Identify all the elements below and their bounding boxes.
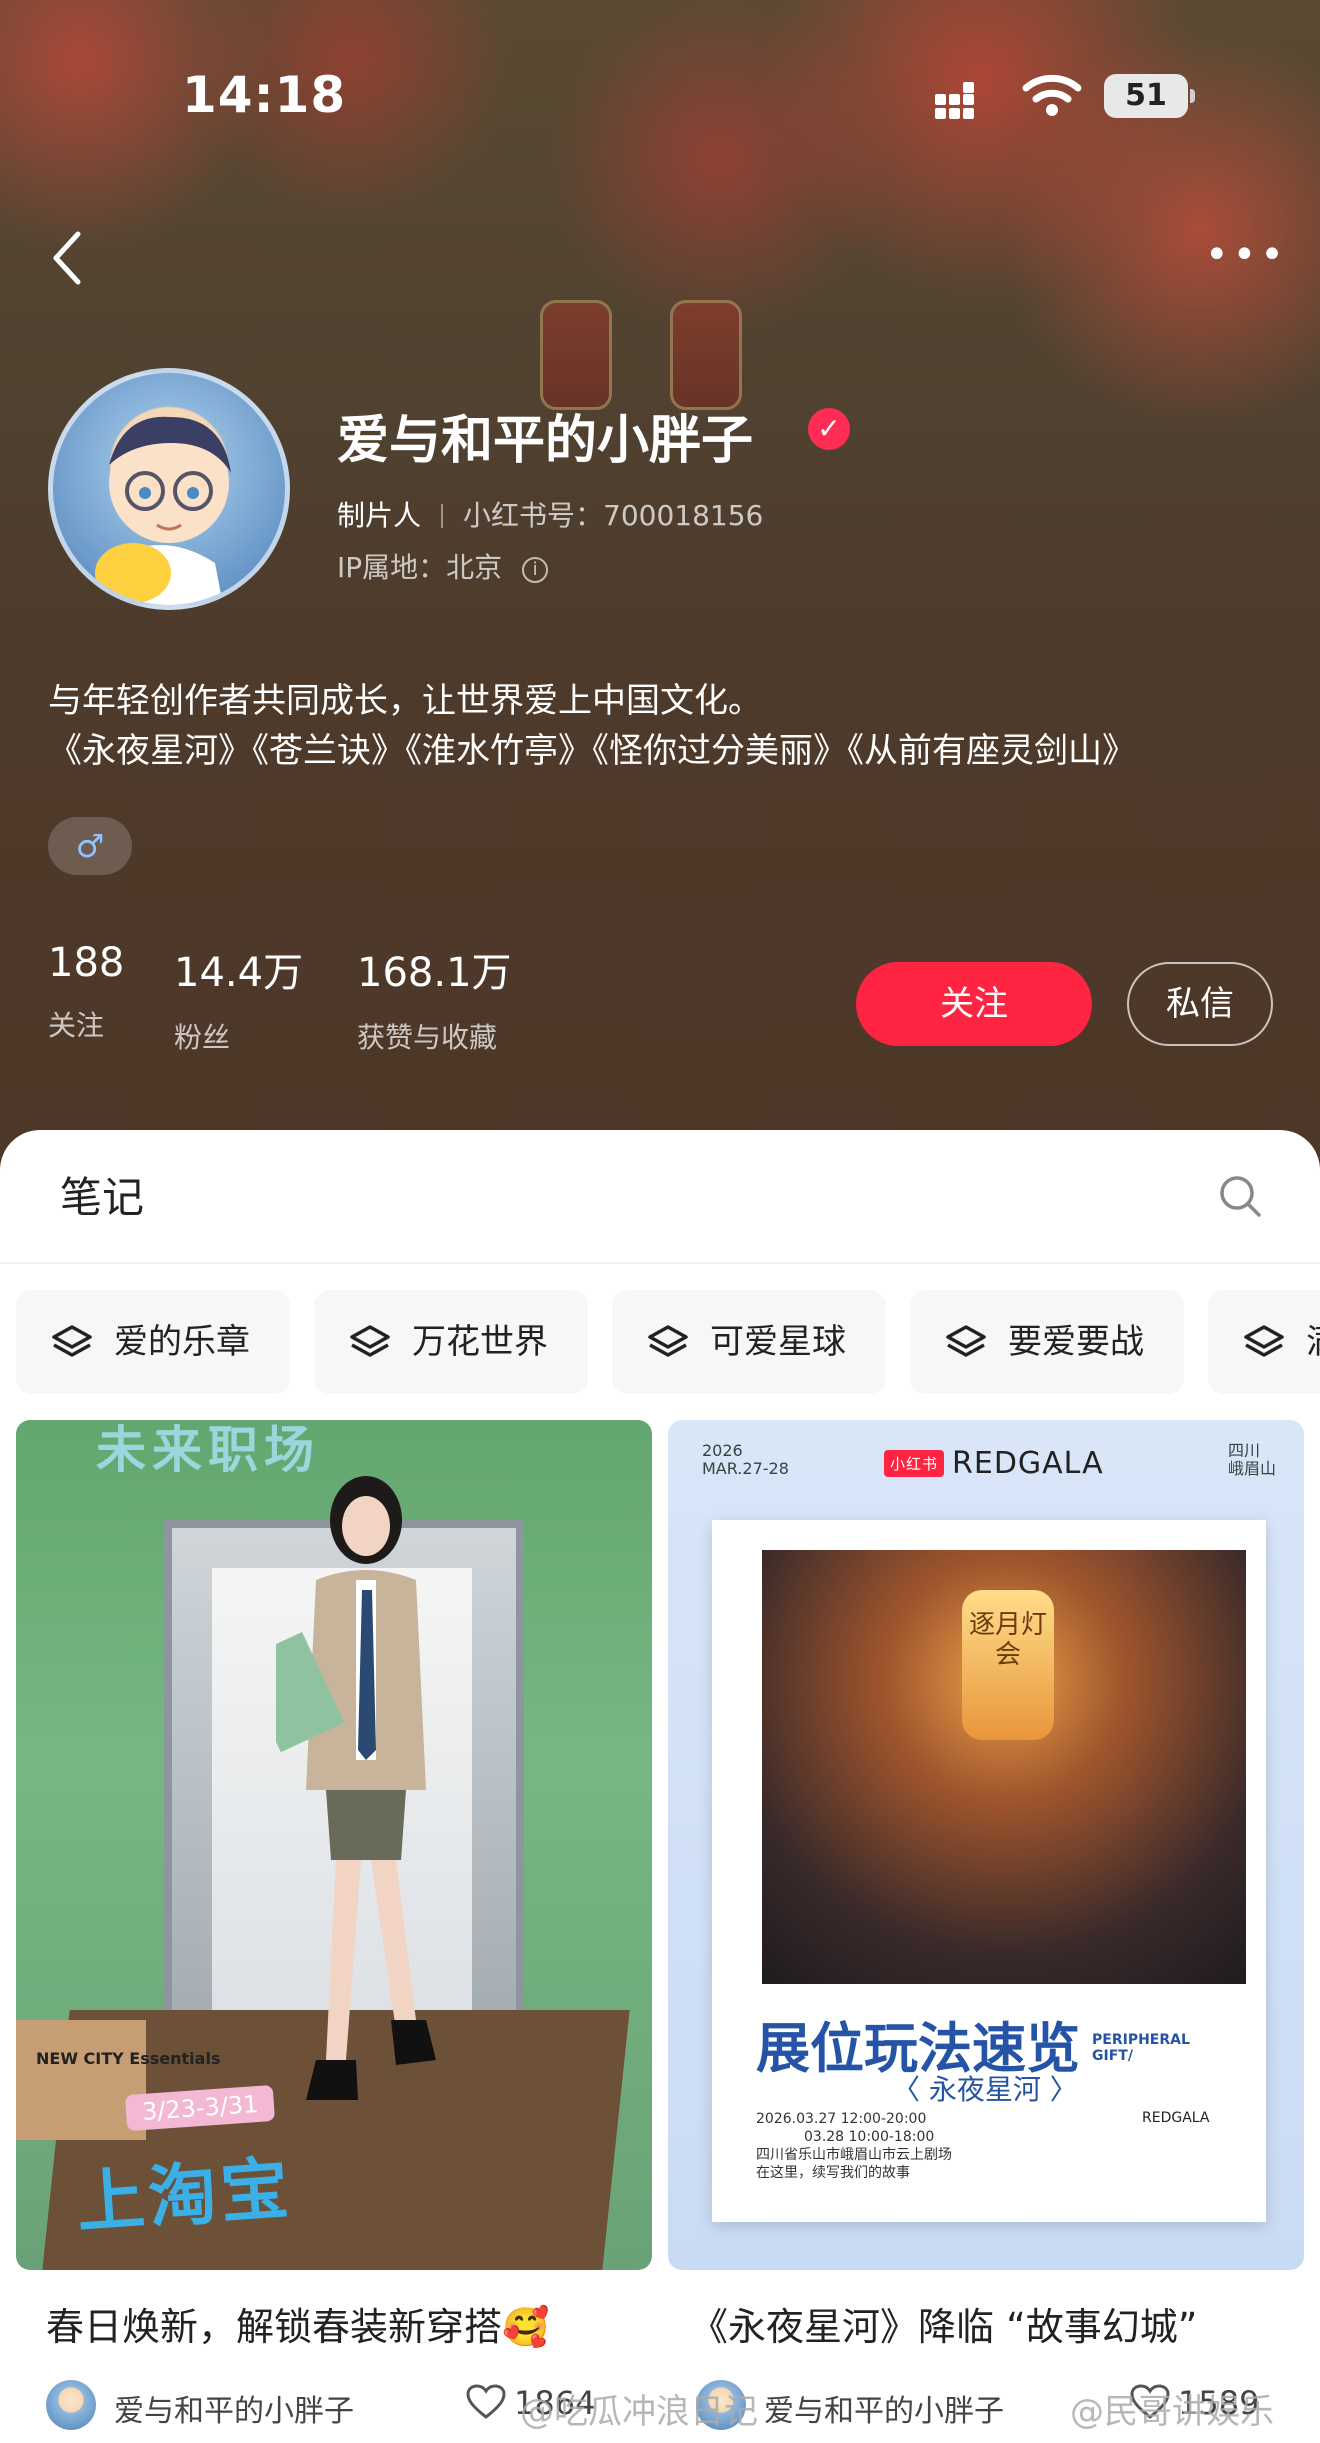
- avatar-illustration: [95, 416, 231, 605]
- battery-indicator: 51: [1104, 74, 1195, 118]
- message-button[interactable]: 私信: [1127, 962, 1273, 1046]
- brand-name: REDGALA: [952, 1446, 1104, 1481]
- collection-label: 爱的乐章: [114, 1322, 250, 1362]
- profile-meta: 制片人 小红书号：700018156: [337, 494, 763, 534]
- stat-followers[interactable]: 14.4万 粉丝: [174, 940, 303, 1056]
- poster-small-brand: REDGALA: [1142, 2110, 1210, 2126]
- author-name: 爱与和平的小胖子: [764, 2394, 1004, 2429]
- lantern-sign: 逐月灯会: [962, 1590, 1054, 1740]
- bio-line: 《永夜星河》《苍兰诀》《淮水竹亭》《怪你过分美丽》《从前有座灵剑山》: [48, 731, 1136, 771]
- layers-icon: [1244, 1325, 1284, 1357]
- profile-bio: 与年轻创作者共同成长，让世界爱上中国文化。 《永夜星河》《苍兰诀》《淮水竹亭》《…: [48, 676, 1288, 776]
- info-icon[interactable]: i: [522, 557, 549, 583]
- layers-icon: [648, 1325, 688, 1357]
- poster-brand: 小红书 REDGALA: [884, 1446, 1104, 1481]
- watermark: @吃瓜冲浪日记: [520, 2392, 758, 2432]
- poster-info-line: 在这里，续写我们的故事: [756, 2165, 910, 2181]
- layers-icon: [946, 1325, 986, 1357]
- back-arrow-icon[interactable]: [50, 228, 90, 288]
- heart-icon: [466, 2384, 506, 2419]
- more-options-icon[interactable]: •••: [1205, 232, 1288, 278]
- poster-info-line: 03.28 10:00-18:00: [804, 2129, 935, 2145]
- verified-badge-icon: ✓: [808, 408, 850, 450]
- collection-chip[interactable]: 万花世界: [314, 1290, 588, 1394]
- lantern-decoration: [540, 300, 612, 410]
- brand-badge: 小红书: [884, 1450, 945, 1477]
- post-title[interactable]: 春日焕新，解锁春装新穿搭🥰: [46, 2296, 549, 2351]
- status-time: 14:18: [182, 66, 347, 124]
- poster-info: 2026.03.27 12:00-20:00 03.28 10:00-18:00…: [756, 2110, 952, 2182]
- avatar[interactable]: [48, 368, 290, 610]
- red-id[interactable]: 小红书号：700018156: [463, 499, 763, 532]
- poster-subtitle: PERIPHERAL GIFT/: [1092, 2032, 1190, 2064]
- profile-role: 制片人: [337, 499, 422, 532]
- poster-paper: 逐月灯会 展位玩法速览 PERIPHERAL GIFT/ 〈 永夜星河 〉 20…: [712, 1520, 1266, 2222]
- collection-label: 万花世界: [412, 1322, 548, 1362]
- poster-main-text: 上淘宝: [73, 2149, 295, 2244]
- watermark: @民哥讲娱乐: [1070, 2392, 1274, 2432]
- collection-chip[interactable]: 可爱星球: [612, 1290, 886, 1394]
- collection-chip[interactable]: 要爱要战: [910, 1290, 1184, 1394]
- box-label: NEW CITY Essentials: [36, 2049, 221, 2068]
- stat-value: 168.1万: [357, 950, 512, 996]
- collection-label: 可爱星球: [710, 1322, 846, 1362]
- stat-label: 粉丝: [174, 1021, 231, 1054]
- poster-date: 2026 MAR.27-28: [702, 1441, 789, 1478]
- avatar: [46, 2380, 96, 2430]
- poster-info-line: 四川省乐山市峨眉山市云上剧场: [756, 2147, 952, 2163]
- bio-line: 与年轻创作者共同成长，让世界爱上中国文化。: [48, 681, 762, 721]
- poster-header: 2026 MAR.27-28 小红书 REDGALA 四川 峨眉山: [668, 1420, 1304, 1510]
- stat-likes-collections[interactable]: 168.1万 获赞与收藏: [357, 940, 512, 1056]
- model-figure: [276, 1476, 436, 2100]
- stat-value: 188: [48, 940, 125, 986]
- search-icon[interactable]: [1218, 1174, 1262, 1218]
- divider: [0, 1262, 1320, 1264]
- layers-icon: [52, 1325, 92, 1357]
- poster-series: 〈 永夜星河 〉: [892, 2073, 1078, 2106]
- status-bar: 14:18 51: [0, 0, 1320, 190]
- stat-following[interactable]: 188 关注: [48, 940, 124, 1044]
- collection-chips: 爱的乐章 万花世界 可爱星球 要爱要战 满: [16, 1290, 1320, 1394]
- post-title[interactable]: 《永夜星河》降临 “故事幻城”: [690, 2296, 1197, 2351]
- ip-location: IP属地：北京 i: [337, 546, 549, 586]
- author-name: 爱与和平的小胖子: [114, 2394, 354, 2429]
- lantern-decoration: [670, 300, 742, 410]
- wifi-icon: [1022, 74, 1082, 116]
- collection-label: 满: [1306, 1322, 1320, 1362]
- collection-chip[interactable]: 爱的乐章: [16, 1290, 290, 1394]
- cellular-signal-icon: [935, 82, 985, 119]
- separator: [441, 504, 444, 528]
- ip-location-text: IP属地：北京: [337, 551, 503, 584]
- post-card-image[interactable]: 未来职场 NEW CITY Essentials 3/23-3/31 上淘宝: [16, 1420, 652, 2270]
- profile-name: 爱与和平的小胖子: [337, 411, 754, 471]
- collection-label: 要爱要战: [1008, 1322, 1144, 1362]
- tab-notes[interactable]: 笔记: [60, 1164, 144, 1225]
- poster-place: 四川 峨眉山: [1228, 1441, 1277, 1478]
- follow-button[interactable]: 关注: [856, 962, 1092, 1046]
- layers-icon: [350, 1325, 390, 1357]
- male-icon: ♂: [48, 817, 132, 875]
- stat-label: 获赞与收藏: [357, 1021, 498, 1054]
- poster-info-line: 2026.03.27 12:00-20:00: [756, 2111, 927, 2127]
- collection-chip[interactable]: 满: [1208, 1290, 1320, 1394]
- post-card-image[interactable]: 2026 MAR.27-28 小红书 REDGALA 四川 峨眉山 逐月灯会 展位…: [668, 1420, 1304, 2270]
- lantern-festival-photo: 逐月灯会: [762, 1550, 1246, 1984]
- stat-label: 关注: [48, 1009, 105, 1042]
- stat-value: 14.4万: [174, 950, 304, 996]
